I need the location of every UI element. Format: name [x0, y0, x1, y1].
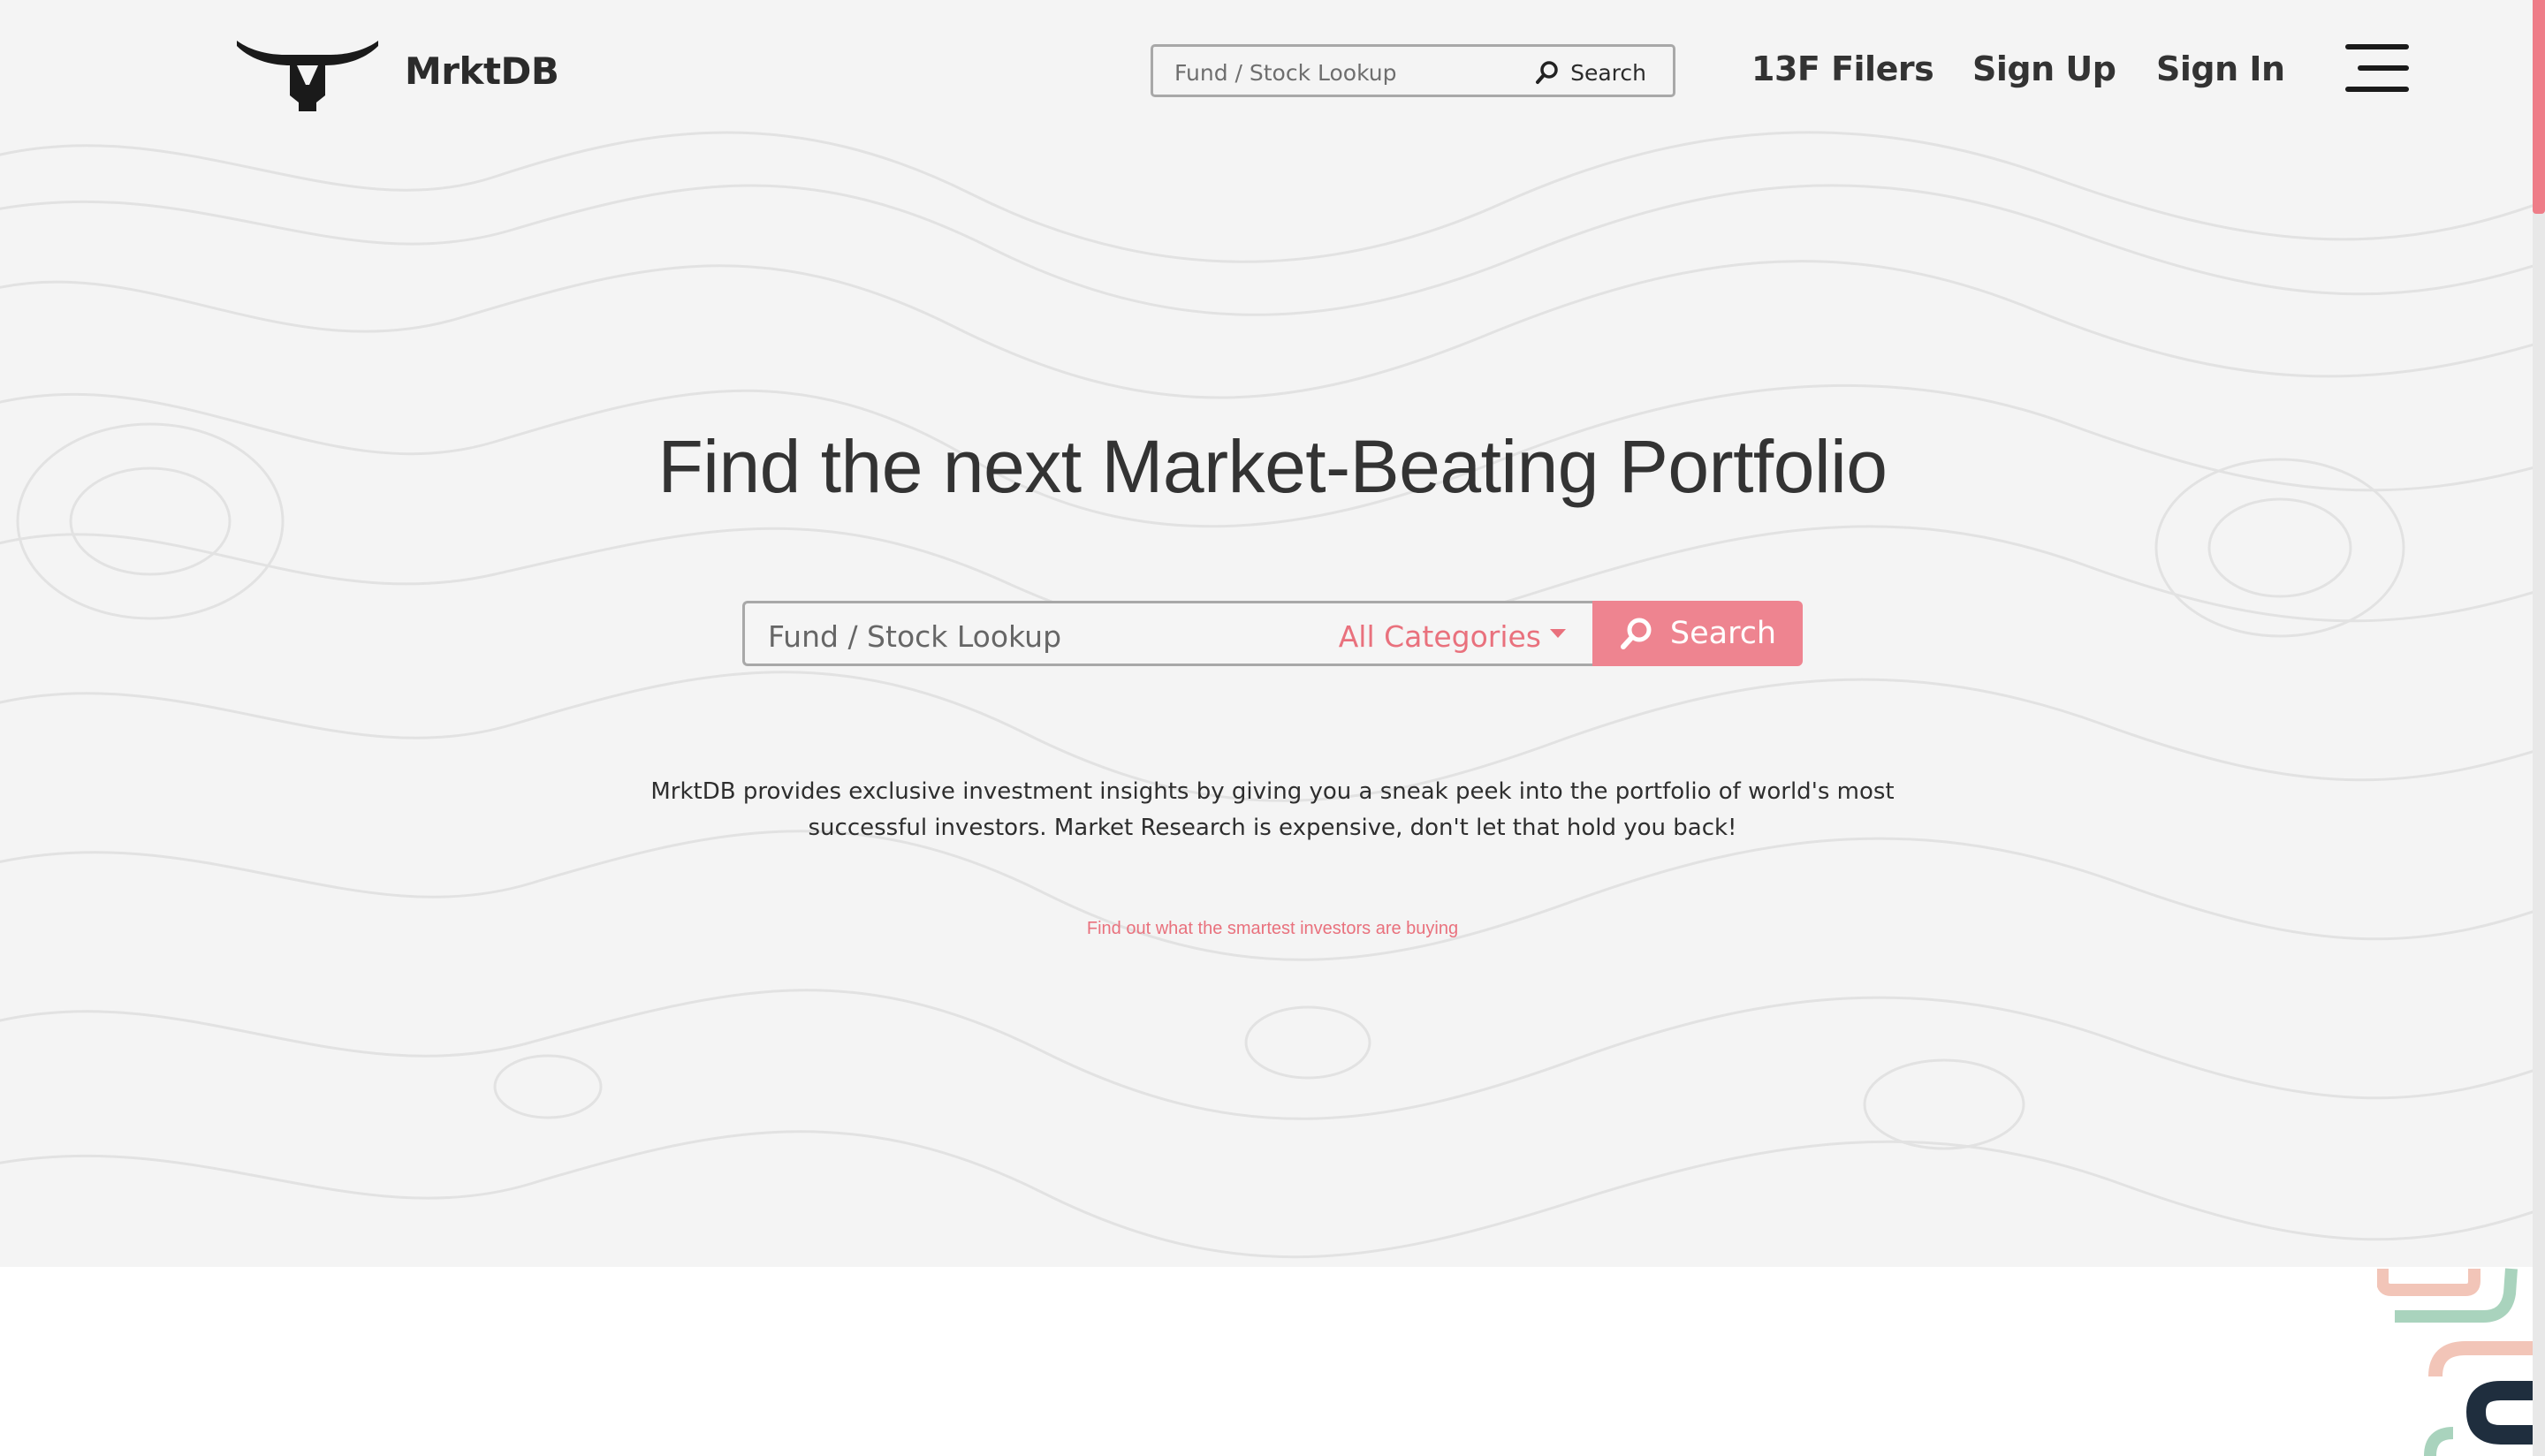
logo-bull-icon[interactable]	[235, 39, 380, 111]
brand-name[interactable]: MrktDB	[405, 49, 559, 93]
hero-description: MrktDB provides exclusive investment ins…	[650, 778, 1895, 841]
header-search-button[interactable]: Search	[1535, 57, 1646, 87]
hero-headline: Find the next Market-Beating Portfolio	[657, 425, 1888, 508]
nav-sign-in[interactable]: Sign In	[2156, 49, 2285, 88]
menu-icon[interactable]	[2342, 44, 2409, 94]
search-icon	[1536, 61, 1558, 84]
decorative-shapes	[2377, 1268, 2533, 1456]
nav-sign-up[interactable]: Sign Up	[1972, 49, 2116, 88]
main-search-box: All Categories	[742, 601, 1592, 666]
scrollbar-thumb[interactable]	[2533, 0, 2545, 214]
main-search: All Categories Search	[742, 601, 1803, 666]
hero-tagline-link[interactable]: Find out what the smartest investors are…	[0, 919, 2533, 939]
caret-down-icon	[1550, 628, 1566, 638]
main-search-input[interactable]	[766, 616, 1335, 656]
header-search-input[interactable]	[1173, 54, 1512, 91]
main-search-button[interactable]: Search	[1592, 601, 1803, 666]
main-search-button-label: Search	[1669, 616, 1777, 651]
search-icon	[1620, 618, 1652, 649]
nav-13f-filers[interactable]: 13F Filers	[1751, 49, 1934, 88]
header-search: Search	[1151, 44, 1675, 97]
hero-section: MrktDB Search 13F Filers Sign Up Sign In…	[0, 0, 2533, 1267]
category-dropdown-label: All Categories	[1338, 619, 1541, 654]
scrollbar-track[interactable]	[2533, 0, 2545, 1456]
header-search-button-label: Search	[1570, 59, 1646, 86]
category-dropdown[interactable]: All Categories	[1339, 619, 1566, 654]
